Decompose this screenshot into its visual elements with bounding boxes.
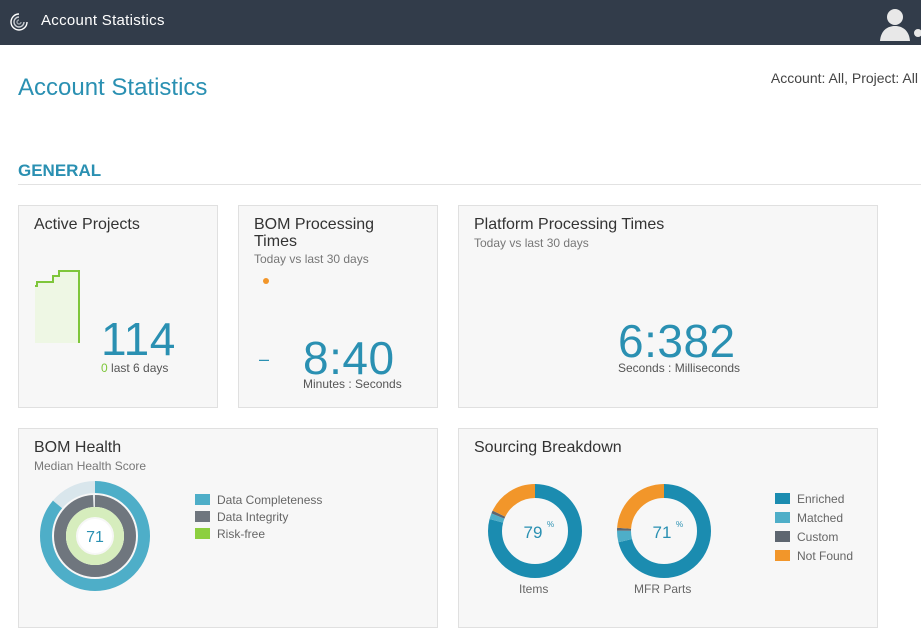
legend-item: Data Completeness <box>195 491 322 508</box>
card-title: BOM Processing Times <box>254 216 375 250</box>
change-label: last 6 days <box>111 361 169 375</box>
scope-filter[interactable]: Account: All, Project: All <box>771 70 918 86</box>
health-score: 71 <box>86 529 104 546</box>
legend-label: Matched <box>797 510 844 525</box>
legend-label: Data Completeness <box>217 492 323 507</box>
mfr-parts-donut: 71 % <box>617 484 711 578</box>
platform-processing-card: Platform Processing Times Today vs last … <box>458 205 878 408</box>
legend-item: Enriched <box>775 489 853 508</box>
logo-icon[interactable] <box>9 12 29 32</box>
health-rings-chart: 71 <box>40 481 150 591</box>
card-title: Sourcing Breakdown <box>474 439 622 456</box>
trend-indicator: – <box>259 349 270 369</box>
card-title: BOM Health <box>34 439 122 456</box>
items-donut: 79 % <box>488 484 582 578</box>
items-percent: 79 <box>524 523 543 542</box>
legend-item: Custom <box>775 527 853 546</box>
legend-swatch <box>195 494 210 505</box>
change-count: 0 <box>101 361 108 375</box>
trend-dot <box>263 278 269 284</box>
card-title: Active Projects <box>34 216 140 233</box>
section-divider <box>18 184 921 185</box>
card-subtitle: Today vs last 30 days <box>254 252 369 266</box>
legend-label: Risk-free <box>217 526 266 541</box>
health-legend: Data Completeness Data Integrity Risk-fr… <box>195 491 322 542</box>
mfr-parts-label: MFR Parts <box>634 582 692 596</box>
app-title: Account Statistics <box>41 12 165 29</box>
active-projects-sparkline <box>35 270 80 343</box>
platform-processing-unit: Seconds : Milliseconds <box>618 361 741 375</box>
legend-swatch <box>775 512 790 523</box>
bom-processing-unit: Minutes : Seconds <box>303 377 402 391</box>
legend-item: Data Integrity <box>195 508 322 525</box>
bom-health-card: BOM Health Median Health Score 71 Data C… <box>18 428 438 628</box>
legend-label: Not Found <box>797 548 854 563</box>
active-projects-change: 0 last 6 days <box>101 361 168 375</box>
legend-label: Enriched <box>797 491 845 506</box>
page-title: Account Statistics <box>18 74 208 101</box>
bom-processing-card: BOM Processing Times Today vs last 30 da… <box>238 205 438 408</box>
mfr-parts-percent: 71 <box>653 523 672 542</box>
sourcing-breakdown-card: Sourcing Breakdown 79 % Items 71 % MFR P… <box>458 428 878 628</box>
section-heading-general: GENERAL <box>18 161 102 180</box>
legend-label: Data Integrity <box>217 509 289 524</box>
legend-swatch <box>775 493 790 504</box>
legend-item: Not Found <box>775 546 853 565</box>
legend-swatch <box>195 528 210 539</box>
active-projects-card: Active Projects 114 0 last 6 days <box>18 205 218 408</box>
legend-swatch <box>195 511 210 522</box>
platform-processing-value: 6:382 <box>618 315 736 367</box>
items-label: Items <box>519 582 549 596</box>
top-bar: Account Statistics <box>0 0 921 45</box>
card-subtitle: Median Health Score <box>34 459 147 473</box>
sourcing-legend: Enriched Matched Custom Not Found <box>775 489 853 565</box>
legend-label: Custom <box>797 529 839 544</box>
card-title: Platform Processing Times <box>474 216 665 233</box>
legend-swatch <box>775 550 790 561</box>
legend-item: Matched <box>775 508 853 527</box>
user-avatar-icon[interactable] <box>877 5 921 41</box>
card-subtitle: Today vs last 30 days <box>474 236 589 250</box>
percent-sign: % <box>676 520 683 529</box>
percent-sign: % <box>547 520 554 529</box>
active-projects-value: 114 <box>101 313 176 365</box>
legend-swatch <box>775 531 790 542</box>
legend-item: Risk-free <box>195 525 322 542</box>
